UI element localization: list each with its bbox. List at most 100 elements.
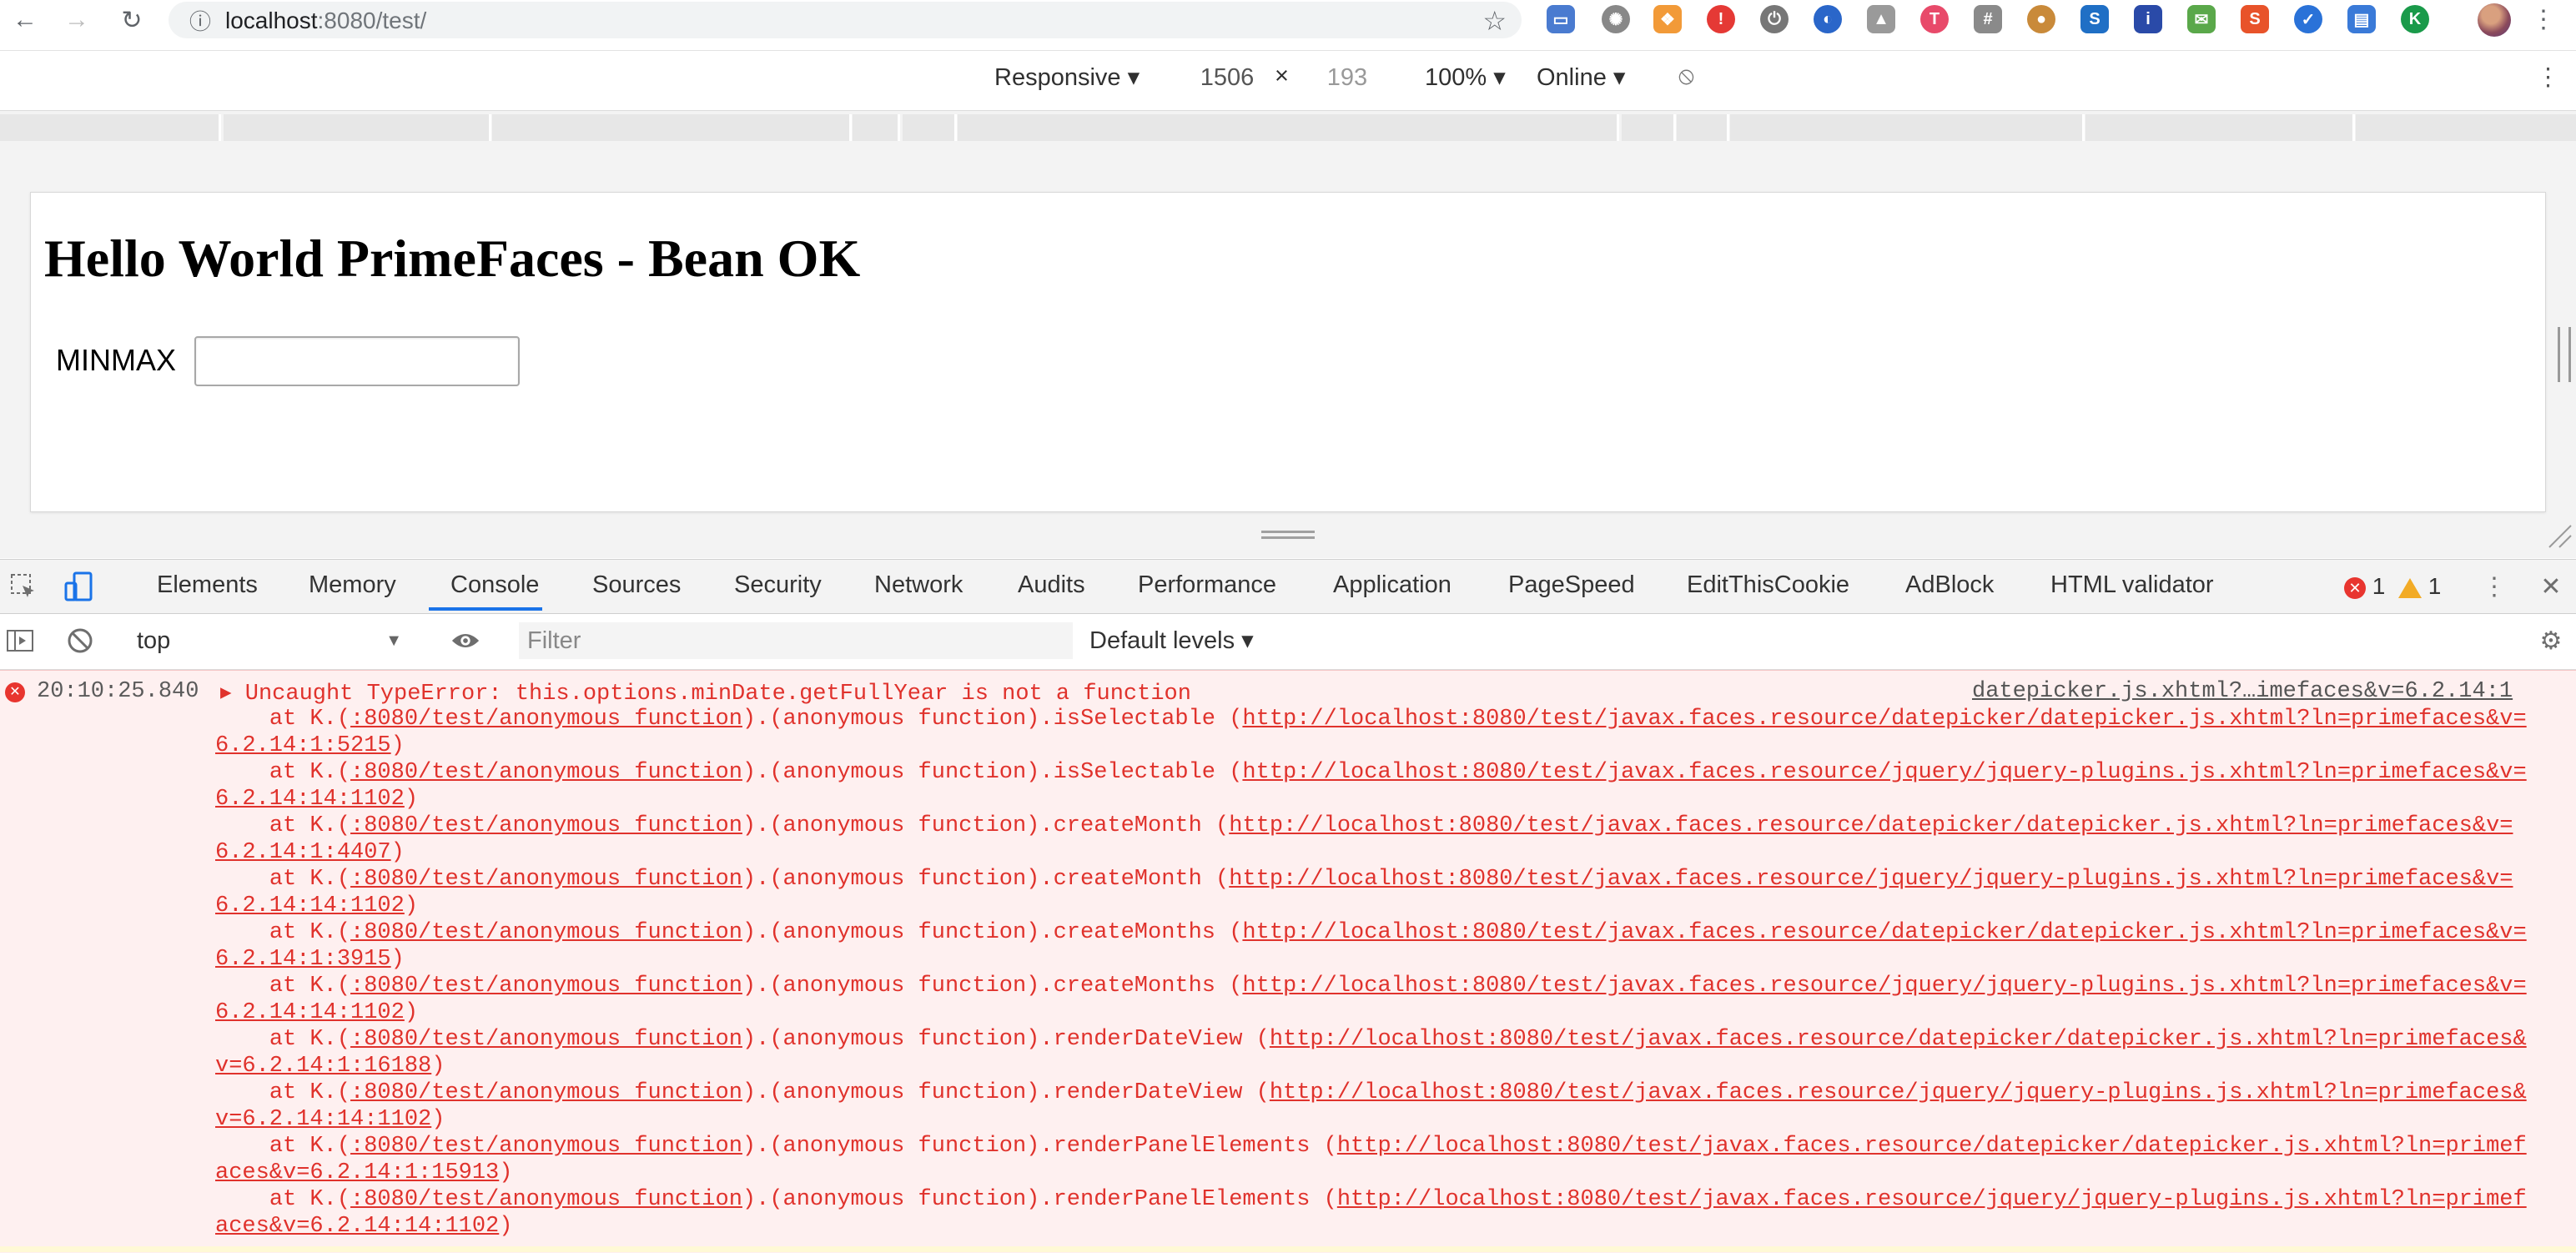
tab-editthiscookie[interactable]: EditThisCookie [1687, 571, 1849, 599]
stack-frame-location-link[interactable]: :8080/test/anonymous function [350, 1027, 742, 1052]
media-query-segment[interactable] [0, 114, 221, 141]
extension-icon[interactable]: ▤ [2347, 5, 2376, 33]
device-icon[interactable] [63, 571, 93, 601]
media-query-segment[interactable] [1622, 114, 1676, 141]
stack-frame-location-link[interactable]: :8080/test/anonymous function [350, 1080, 742, 1105]
address-bar[interactable]: ⓘ localhost:8080/test/ ☆ [169, 2, 1522, 38]
stack-frame: at K.(:8080/test/anonymous function).(an… [215, 1026, 2536, 1079]
log-levels-select[interactable]: Default levels ▾ [1089, 626, 1254, 655]
zoom-select[interactable]: 100% ▾ [1425, 63, 1506, 92]
media-query-segment[interactable] [492, 114, 852, 141]
media-query-segment[interactable] [958, 114, 1619, 141]
extension-icon[interactable]: ▭ [1547, 5, 1575, 33]
stack-frame-location-link[interactable]: :8080/test/anonymous function [350, 867, 742, 892]
clear-icon[interactable] [65, 626, 95, 656]
extension-icon[interactable]: T [1920, 5, 1949, 33]
console-filter-input[interactable]: Filter [519, 622, 1073, 659]
stack-frame-text: ) [431, 1107, 445, 1132]
media-query-segment[interactable] [903, 114, 957, 141]
devtools-menu-kebab-icon[interactable]: ⋮ [2479, 571, 2509, 601]
stack-frame-text: ).(anonymous function).renderDateView ( [742, 1027, 1270, 1052]
error-source-link[interactable]: datepicker.js.xhtml?…imefaces&v=6.2.14:1 [1972, 679, 2513, 704]
gear-icon[interactable]: ⚙ [2536, 626, 2566, 656]
stack-frame-location-link[interactable]: :8080/test/anonymous function [350, 760, 742, 785]
resize-corner-icon[interactable] [2544, 521, 2573, 549]
device-menu-kebab-icon[interactable]: ⋮ [2536, 63, 2560, 92]
extension-icon[interactable]: ✉ [2187, 5, 2216, 33]
stack-frame-location-link[interactable]: :8080/test/anonymous function [350, 1187, 742, 1212]
media-query-segment[interactable] [853, 114, 900, 141]
extension-icon[interactable]: K [2401, 5, 2429, 33]
tab-html-validator[interactable]: HTML validator [2050, 571, 2214, 599]
device-select[interactable]: Responsive ▾ [994, 63, 1140, 92]
tab-elements[interactable]: Elements [157, 571, 258, 599]
tab-security[interactable]: Security [734, 571, 822, 599]
issue-counts[interactable]: ✕ 1 1 [2344, 573, 2441, 600]
reload-icon[interactable]: ↻ [115, 3, 148, 37]
close-icon[interactable]: ✕ [2536, 571, 2566, 601]
rotate-icon[interactable]: ⦸ [1678, 63, 1694, 90]
extension-icon[interactable]: i [2134, 5, 2162, 33]
stack-frame-location-link[interactable]: :8080/test/anonymous function [350, 707, 742, 732]
dimension-separator: × [1275, 63, 1289, 89]
stack-frame-text: ).(anonymous function).isSelectable ( [742, 707, 1243, 732]
inspect-icon[interactable] [8, 571, 38, 601]
stack-frame-text: ) [499, 1160, 513, 1185]
forward-icon[interactable]: → [60, 3, 93, 37]
menu-kebab-icon[interactable]: ⋮ [2531, 5, 2556, 34]
tab-application[interactable]: Application [1333, 571, 1452, 599]
extension-icon[interactable]: ● [2027, 5, 2055, 33]
url-text[interactable]: localhost:8080/test/ [225, 8, 426, 34]
extension-icon[interactable]: ❖ [1653, 5, 1682, 33]
media-query-segment[interactable] [2356, 114, 2576, 141]
tab-adblock[interactable]: AdBlock [1905, 571, 1994, 599]
tab-audits[interactable]: Audits [1018, 571, 1085, 599]
stack-frame-location-link[interactable]: :8080/test/anonymous function [350, 813, 742, 838]
stack-frame: at K.(:8080/test/anonymous function).(an… [215, 1079, 2536, 1133]
media-query-segment[interactable] [1730, 114, 2085, 141]
extension-icon[interactable]: ◐ [1814, 5, 1842, 33]
network-label: Online [1537, 64, 1607, 91]
tab-sources[interactable]: Sources [592, 571, 681, 599]
extension-icon[interactable]: ▲ [1867, 5, 1895, 33]
height-input[interactable]: 193 [1310, 61, 1385, 94]
tab-performance[interactable]: Performance [1138, 571, 1276, 599]
warning-count: 1 [2428, 573, 2442, 599]
media-query-bar[interactable] [0, 110, 2576, 145]
extension-icon[interactable]: # [1974, 5, 2002, 33]
network-select[interactable]: Online ▾ [1537, 63, 1625, 92]
info-icon[interactable]: ⓘ [187, 7, 214, 34]
extension-icon[interactable]: ✺ [1602, 5, 1630, 33]
media-query-segment[interactable] [2085, 114, 2355, 141]
extension-icon[interactable]: S [2080, 5, 2109, 33]
tab-pagespeed[interactable]: PageSpeed [1508, 571, 1635, 599]
stack-frame-text: ) [499, 1214, 513, 1239]
avatar[interactable] [2478, 3, 2511, 37]
eye-icon[interactable] [450, 626, 480, 656]
media-query-segment[interactable] [224, 114, 491, 141]
extension-icon[interactable]: ! [1707, 5, 1735, 33]
minmax-date-input[interactable] [194, 336, 520, 386]
stack-frame-location-link[interactable]: :8080/test/anonymous function [350, 920, 742, 945]
stack-frame-location-link[interactable]: :8080/test/anonymous function [350, 1134, 742, 1159]
stack-frame-location-link[interactable]: :8080/test/anonymous function [350, 974, 742, 999]
extension-icon[interactable]: S [2241, 5, 2269, 33]
resize-handle-right[interactable] [2558, 327, 2571, 382]
resize-handle-bottom[interactable] [1261, 531, 1315, 539]
extension-icon[interactable]: ✓ [2294, 5, 2322, 33]
active-tab-indicator [429, 607, 542, 611]
tab-console[interactable]: Console [450, 571, 539, 599]
stack-frame: at K.(:8080/test/anonymous function).(an… [215, 866, 2536, 919]
error-message[interactable]: ▸ Uncaught TypeError: this.options.minDa… [220, 679, 1191, 707]
extension-icon[interactable]: ⏻ [1760, 5, 1789, 33]
console-message-error: ✕ 20:10:25.840 ▸ Uncaught TypeError: thi… [0, 670, 2576, 1253]
context-select[interactable]: top ▼ [120, 622, 407, 659]
sidebar-icon[interactable] [5, 626, 35, 656]
star-icon[interactable]: ☆ [1482, 5, 1507, 37]
back-icon[interactable]: ← [8, 3, 42, 37]
media-query-segment[interactable] [1677, 114, 1729, 141]
tab-memory[interactable]: Memory [309, 571, 396, 599]
stack-frame: at K.(:8080/test/anonymous function).(an… [215, 1133, 2536, 1186]
width-input[interactable]: 1506 [1190, 61, 1265, 94]
tab-network[interactable]: Network [874, 571, 963, 599]
